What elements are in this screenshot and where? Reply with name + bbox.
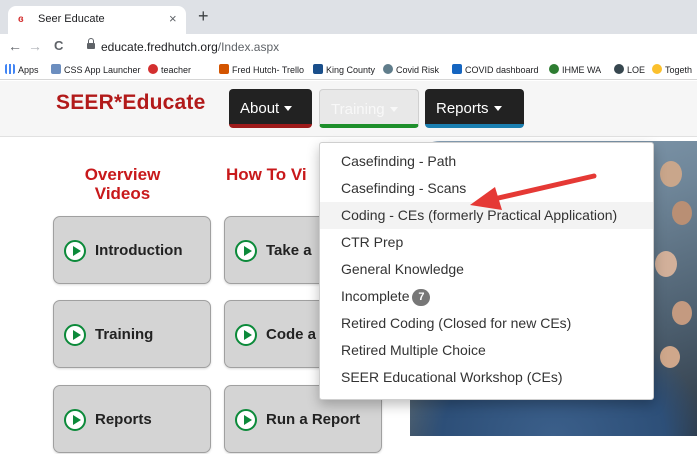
bookmark-covid-dashboard[interactable]: COVID dashboard [452,64,539,76]
site-logo[interactable]: SEER*Educate [56,91,205,115]
bookmark-ihme-wa[interactable]: IHME WA [549,64,601,76]
ihme-icon [549,64,559,74]
bookmark-loe[interactable]: LOE [614,64,645,76]
introduction-button[interactable]: Introduction [53,216,211,284]
nav-reports-button[interactable]: Reports [425,89,524,128]
menu-item-retired-multiple-choice[interactable]: Retired Multiple Choice [320,337,653,364]
menu-item-casefinding-scans[interactable]: Casefinding - Scans [320,175,653,202]
menu-item-general-knowledge[interactable]: General Knowledge [320,256,653,283]
dashboard-icon [452,64,462,74]
menu-item-retired-coding[interactable]: Retired Coding (Closed for new CEs) [320,310,653,337]
url-bar[interactable]: educate.fredhutch.org/Index.aspx [101,40,279,54]
menu-item-seer-workshop[interactable]: SEER Educational Workshop (CEs) [320,364,653,391]
nav-training-button[interactable]: Training [319,89,419,128]
king-county-icon [313,64,323,74]
training-button[interactable]: Training [53,300,211,368]
lock-icon[interactable] [87,38,95,51]
menu-item-casefinding-path[interactable]: Casefinding - Path [320,148,653,175]
bookmark-covid-risk[interactable]: Covid Risk [383,64,439,76]
forward-button[interactable]: → [28,38,42,54]
play-icon [235,324,257,346]
reports-button[interactable]: Reports [53,385,211,453]
overview-videos-heading: Overview Videos [84,165,161,203]
tab-title: Seer Educate [38,13,105,25]
browser-tab[interactable]: ɞ Seer Educate × [8,6,186,34]
nav-about-button[interactable]: About [229,89,312,128]
how-to-heading: How To Vi [226,165,307,184]
play-icon [235,409,257,431]
bookmark-together[interactable]: Togeth [652,64,692,76]
sun-icon [652,64,662,74]
tab-close-icon[interactable]: × [169,11,177,26]
url-path: /Index.aspx [217,40,280,54]
new-tab-button[interactable]: + [198,7,209,25]
caret-down-icon [284,106,293,111]
globe-icon [614,64,624,74]
bookmarks-bar: Apps CSS App Launcher teacher Fred Hutch… [0,60,697,80]
site-header: SEER*Educate About Training Reports [0,81,697,137]
bookmark-fred-hutch-trello[interactable]: Fred Hutch- Trello [219,64,304,76]
play-icon [235,240,257,262]
bookmark-css-app-launcher[interactable]: CSS App Launcher [51,64,141,76]
seer-favicon-icon: ɞ [18,14,24,25]
bookmark-teacher[interactable]: teacher [148,64,191,76]
menu-item-ctr-prep[interactable]: CTR Prep [320,229,653,256]
incomplete-count-badge: 7 [412,289,431,306]
play-icon [64,240,86,262]
caret-down-icon [493,106,502,111]
tab-bar: ɞ Seer Educate × + [0,0,697,34]
caret-down-icon [389,107,398,112]
back-button[interactable]: ← [8,38,22,54]
play-icon [64,324,86,346]
bookmark-king-county[interactable]: King County [313,64,375,76]
url-host: educate.fredhutch.org [101,40,218,54]
play-icon [64,409,86,431]
menu-item-coding-ces[interactable]: Coding - CEs (formerly Practical Applica… [320,202,653,229]
launcher-icon [51,64,61,74]
training-dropdown-menu: Casefinding - Path Casefinding - Scans C… [319,142,654,400]
address-toolbar: ← → C educate.fredhutch.org/Index.aspx [0,34,697,60]
apps-grid-icon [5,64,15,74]
browser-window: ɞ Seer Educate × + ← → C educate.fredhut… [0,0,697,454]
seer-favicon-icon [148,64,158,74]
covid-risk-icon [383,64,393,74]
menu-item-incomplete[interactable]: Incomplete 7 [320,283,653,310]
trello-icon [219,64,229,74]
reload-button[interactable]: C [54,38,63,54]
bookmark-apps[interactable]: Apps [5,64,39,76]
